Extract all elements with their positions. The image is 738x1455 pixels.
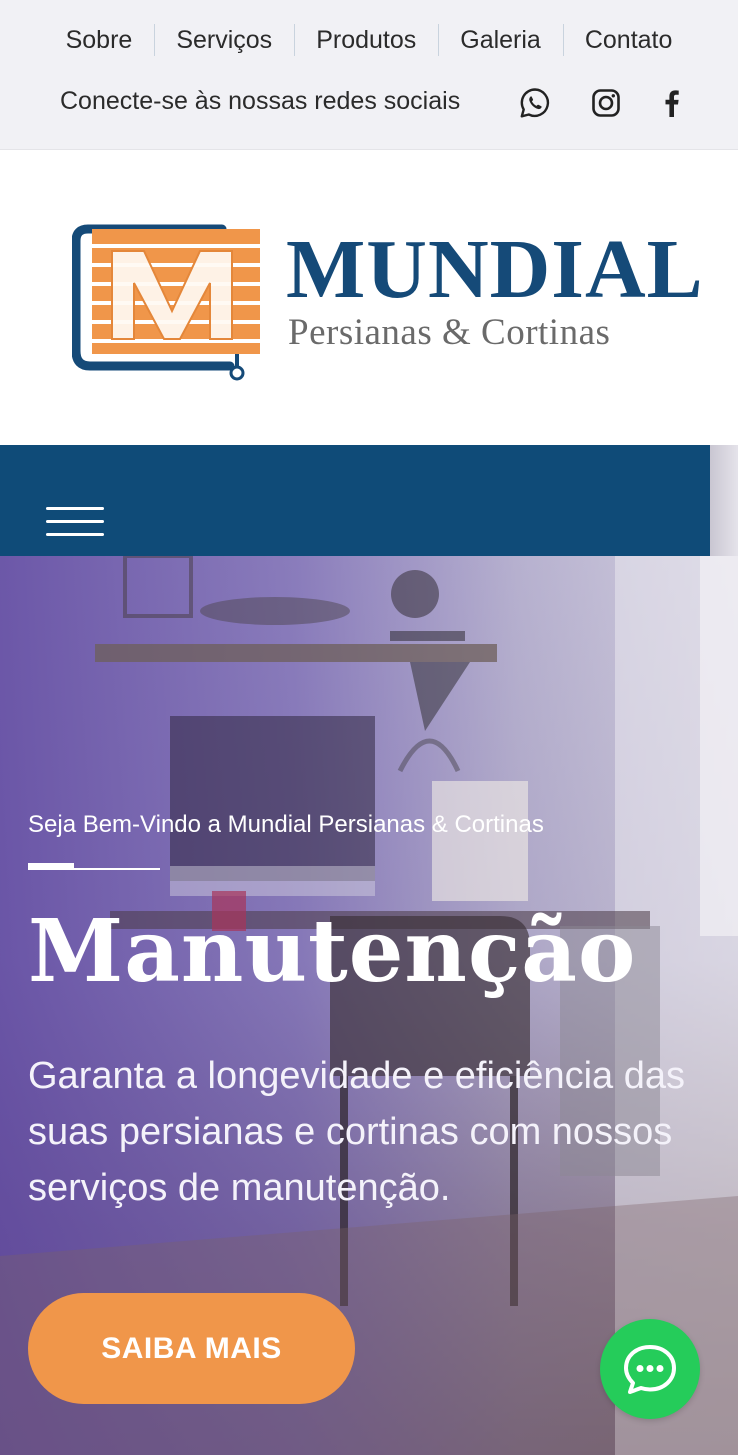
chat-bubble-icon — [624, 1345, 676, 1394]
instagram-icon[interactable] — [589, 86, 623, 120]
top-bar: Sobre Serviços Produtos Galeria Contato … — [0, 0, 738, 150]
facebook-icon[interactable] — [655, 86, 689, 120]
hero-window-edge — [710, 445, 738, 556]
saiba-mais-button[interactable]: SAIBA MAIS — [28, 1293, 355, 1404]
nav-link-galeria[interactable]: Galeria — [438, 22, 563, 58]
brand-name: MUNDIAL — [286, 223, 704, 316]
top-navigation: Sobre Serviços Produtos Galeria Contato — [0, 22, 738, 58]
hero-title: Manutenção — [28, 901, 637, 1002]
nav-link-contato[interactable]: Contato — [562, 22, 695, 58]
hero-description: Garanta a longevidade e eficiência das s… — [28, 1055, 686, 1209]
nav-link-produtos[interactable]: Produtos — [294, 22, 438, 58]
main-navbar — [0, 445, 710, 556]
nav-link-servicos[interactable]: Serviços — [154, 22, 294, 58]
hero-kicker: Seja Bem-Vindo a Mundial Persianas & Cor… — [28, 811, 544, 838]
social-links: Conecte-se às nossas redes sociais — [0, 84, 738, 124]
social-label: Conecte-se às nossas redes sociais — [60, 87, 461, 115]
menu-icon[interactable] — [46, 507, 104, 541]
hero-banner: Seja Bem-Vindo a Mundial Persianas & Cor… — [0, 556, 738, 1455]
hero-divider — [28, 861, 160, 871]
brand-header: MUNDIAL Persianas & Cortinas — [0, 151, 738, 445]
chat-button[interactable] — [600, 1319, 700, 1419]
brand-logo[interactable] — [71, 211, 272, 391]
brand-subtitle: Persianas & Cortinas — [288, 312, 611, 353]
nav-link-sobre[interactable]: Sobre — [44, 22, 155, 58]
whatsapp-icon[interactable] — [518, 86, 552, 120]
